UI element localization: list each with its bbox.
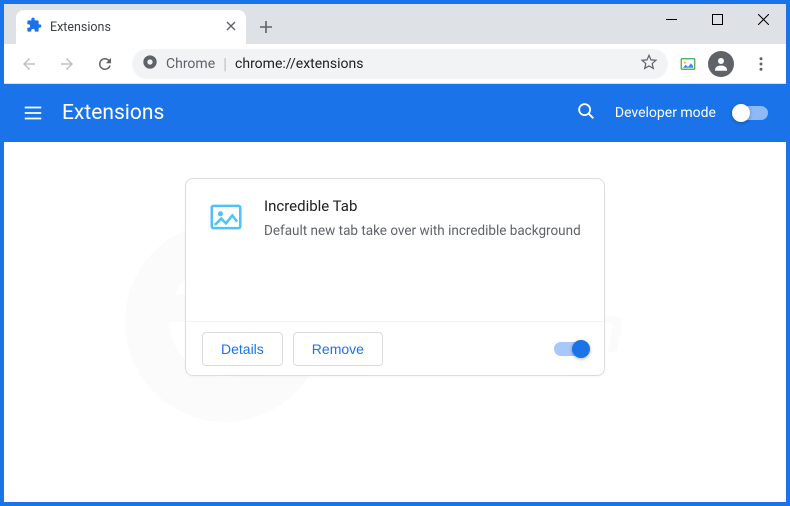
browser-window: Extensions: [4, 4, 786, 502]
extensions-header: Extensions Developer mode: [4, 84, 786, 142]
toolbar: Chrome | chrome://extensions: [4, 44, 786, 84]
tab-title: Extensions: [50, 20, 218, 35]
image-indicator-icon[interactable]: [678, 54, 698, 74]
minimize-button[interactable]: [648, 4, 694, 34]
omnibox-divider: |: [223, 54, 227, 73]
new-tab-button[interactable]: [252, 13, 280, 41]
extension-name: Incredible Tab: [264, 197, 581, 215]
extension-description: Default new tab take over with incredibl…: [264, 221, 581, 241]
close-window-button[interactable]: [740, 4, 786, 34]
developer-mode-toggle[interactable]: [734, 106, 768, 120]
page-title: Extensions: [62, 101, 164, 125]
tab-close-icon[interactable]: [226, 19, 236, 35]
omnibox-prefix: Chrome: [166, 56, 215, 72]
browser-tab[interactable]: Extensions: [16, 10, 246, 44]
details-button[interactable]: Details: [202, 332, 283, 366]
extension-image-icon: [206, 197, 246, 237]
profile-avatar[interactable]: [708, 51, 734, 77]
omnibox-url: chrome://extensions: [235, 56, 363, 72]
extension-card: Incredible Tab Default new tab take over…: [185, 178, 605, 376]
extensions-content: risk.com Incredible Tab Default new tab …: [4, 142, 786, 502]
address-bar[interactable]: Chrome | chrome://extensions: [132, 49, 668, 79]
hamburger-menu-icon[interactable]: [22, 102, 44, 124]
bookmark-star-icon[interactable]: [640, 53, 658, 75]
back-button[interactable]: [12, 47, 46, 81]
extension-puzzle-icon: [26, 17, 42, 37]
forward-button[interactable]: [50, 47, 84, 81]
titlebar: Extensions: [4, 4, 786, 44]
maximize-button[interactable]: [694, 4, 740, 34]
search-icon[interactable]: [575, 100, 597, 126]
developer-mode-label: Developer mode: [615, 105, 716, 121]
extension-enable-toggle[interactable]: [554, 342, 588, 356]
chrome-logo-icon: [142, 54, 158, 74]
reload-button[interactable]: [88, 47, 122, 81]
kebab-menu-icon[interactable]: [744, 47, 778, 81]
window-controls: [648, 4, 786, 34]
remove-button[interactable]: Remove: [293, 332, 383, 366]
